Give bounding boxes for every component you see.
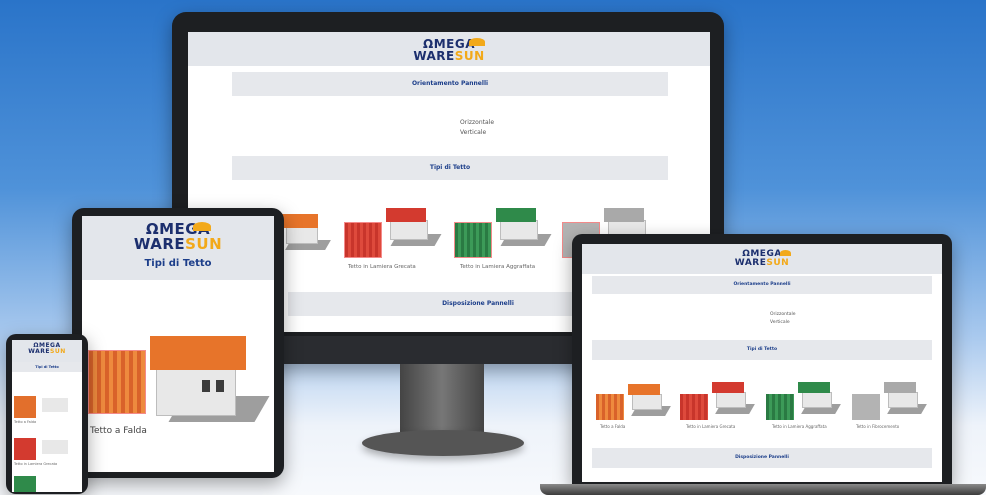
laptop-caption-3: Tetto in Lamiera Aggraffata <box>772 424 827 429</box>
phone-section-title: Tipi di Tetto <box>12 362 82 372</box>
laptop-caption-2: Tetto in Lamiera Grecata <box>686 424 736 429</box>
desktop-band-orientation: Orientamento Pannelli <box>232 72 668 96</box>
tablet-roof-house[interactable] <box>146 330 270 426</box>
desktop-option-vertical[interactable]: Verticale <box>460 129 486 136</box>
desktop-band-roof-types: Tipi di Tetto <box>232 156 668 180</box>
phone-screen: ΩMEGA WARESUN Tipi di Tetto Tetto a Fald… <box>12 340 82 492</box>
monitor-stand <box>400 364 484 434</box>
desktop-roof-house-2[interactable] <box>382 204 442 250</box>
tablet-screen: ΩMEGA WARESUN Tipi di Tetto Tetto a Fald… <box>82 216 274 472</box>
phone-caption-1: Tetto a Falda <box>14 420 37 424</box>
laptop-roof-thumb-green[interactable] <box>766 394 794 420</box>
laptop-option-vertical[interactable]: Verticale <box>770 320 790 325</box>
desktop-option-horizontal[interactable]: Orizzontale <box>460 119 494 126</box>
laptop-band-orientation: Orientamento Pannelli <box>592 276 932 294</box>
desktop-caption-aggraffata: Tetto in Lamiera Aggraffata <box>460 264 536 270</box>
phone-house-wall-1 <box>42 398 68 412</box>
monitor-base <box>362 430 524 456</box>
phone-logo: ΩMEGA WARESUN <box>28 342 66 355</box>
phone-roof-thumb-green[interactable] <box>14 476 36 492</box>
laptop-roof-house-4[interactable] <box>882 378 927 418</box>
laptop-caption-1: Tetto a Falda <box>600 424 626 429</box>
desktop-roof-thumb-red[interactable] <box>344 222 382 258</box>
laptop-logo-sun-icon <box>780 250 791 256</box>
laptop-band-roof-types: Tipi di Tetto <box>592 340 932 360</box>
laptop-roof-thumb-grey[interactable] <box>852 394 880 420</box>
desktop-roof-house-3[interactable] <box>492 204 552 250</box>
laptop-option-horizontal[interactable]: Orizzontale <box>770 312 796 317</box>
laptop-caption-4: Tetto in Fibrocemento <box>856 424 900 429</box>
phone-roof-thumb-orange[interactable] <box>14 396 36 418</box>
tablet-caption: Tetto a Falda <box>90 426 147 436</box>
phone-roof-thumb-red[interactable] <box>14 438 36 460</box>
tablet-logo-sun-icon <box>193 222 211 231</box>
desktop-logo-sun-icon <box>469 38 485 46</box>
laptop-base <box>540 484 986 495</box>
laptop-band-panel-layout: Disposizione Pannelli <box>592 448 932 468</box>
desktop-caption-grecata: Tetto in Lamiera Grecata <box>348 264 416 270</box>
laptop-roof-thumb-orange[interactable] <box>596 394 624 420</box>
laptop-roof-house-1[interactable] <box>626 382 671 420</box>
laptop-roof-thumb-red[interactable] <box>680 394 708 420</box>
tablet-section-title: Tipi di Tetto <box>82 250 274 278</box>
desktop-roof-house-1[interactable] <box>280 212 331 252</box>
phone-house-wall-2 <box>42 440 68 454</box>
phone-caption-2: Tetto in Lamiera Grecata <box>14 462 58 466</box>
desktop-roof-thumb-green[interactable] <box>454 222 492 258</box>
laptop-screen: ΩMEGA WARESUN Orientamento Pannelli Oriz… <box>582 244 942 482</box>
tablet-roof-thumb-orange[interactable] <box>88 350 146 414</box>
laptop-roof-house-3[interactable] <box>796 378 841 418</box>
laptop-roof-house-2[interactable] <box>710 378 755 418</box>
